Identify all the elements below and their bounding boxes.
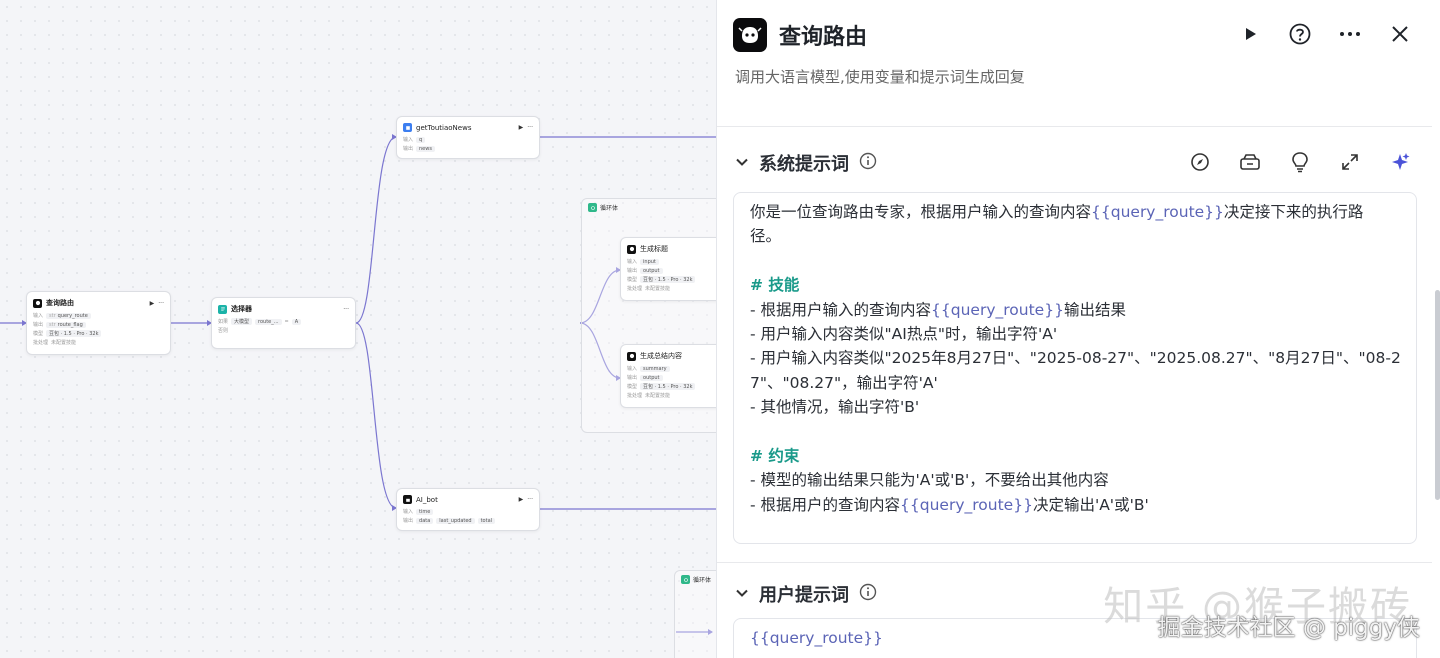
prompt-text: 7"、"08.27"，输出字符'A' — [750, 373, 938, 392]
node-config-panel: 查询路由 调用大语言模型,使用变量和提示词生成回复 系统提示词 你是一位查询路由… — [716, 0, 1440, 658]
prompt-line: - 模型的输出结果只能为'A'或'B'，不要给出其他内容 — [750, 468, 1400, 492]
node-gen-summary[interactable]: 生成总结内容 输入 summary 输出 output 模型 豆包 · 1.5 · P… — [620, 344, 716, 408]
prompt-line — [750, 420, 1400, 444]
loop-icon — [681, 575, 690, 584]
panel-title[interactable]: 查询路由 — [779, 19, 867, 51]
sparkle-icon[interactable] — [1388, 150, 1412, 174]
close-icon[interactable] — [1388, 22, 1412, 46]
output-var-tag: str route_flag — [46, 321, 86, 328]
prompt-line: - 根据用户输入的查询内容{{query_route}}输出结果 — [750, 298, 1400, 322]
chevron-down-icon[interactable] — [735, 585, 749, 604]
prompt-line: 你是一位查询路由专家，根据用户输入的查询内容{{query_route}}决定接… — [750, 200, 1400, 224]
input-var-tag: str query_route — [46, 312, 91, 319]
node-selector[interactable]: 选择器 ··· 如果 大模型 route_... = A 否则 — [211, 297, 356, 349]
section-title-system-prompt: 系统提示词 — [759, 154, 849, 175]
help-icon[interactable] — [1288, 22, 1312, 46]
prompt-line — [750, 249, 1400, 273]
prompt-text: - 根据用户的查询内容 — [750, 495, 901, 514]
expand-icon[interactable] — [1338, 150, 1362, 174]
play-icon[interactable]: ▶ — [519, 496, 524, 503]
node-query-route[interactable]: 查询路由 ▶ ··· 输入 str query_route 输出 str route_fl… — [26, 291, 171, 355]
watermark-juejin: 掘金技术社区 @ piggy侠 — [1157, 615, 1420, 641]
prompt-line: # 技能 — [750, 273, 1400, 297]
more-icon[interactable]: ··· — [343, 306, 349, 313]
bulb-icon[interactable] — [1288, 150, 1312, 174]
play-icon[interactable] — [1238, 22, 1262, 46]
section-divider — [717, 126, 1432, 127]
library-icon[interactable] — [1238, 150, 1262, 174]
selector-icon — [218, 304, 227, 314]
node-title: 查询路由 — [46, 299, 74, 307]
prompt-heading: # 约束 — [750, 447, 800, 466]
llm-icon — [627, 244, 636, 254]
loop-icon — [588, 203, 597, 212]
prompt-line: 7"、"08.27"，输出字符'A' — [750, 371, 1400, 395]
prompt-text: - 模型的输出结果只能为'A'或'B'，不要给出其他内容 — [750, 471, 1109, 490]
system-prompt-editor[interactable]: 你是一位查询路由专家，根据用户输入的查询内容{{query_route}}决定接… — [733, 192, 1417, 544]
llm-icon — [627, 351, 636, 361]
model-tag: 豆包 · 1.5 · Pro · 32k — [46, 330, 102, 337]
prompt-text: 输出结果 — [1063, 300, 1126, 319]
prompt-line: - 用户输入内容类似"2025年8月27日"、"2025-08-27"、"202… — [750, 346, 1401, 370]
prompt-text: - 其他情况，输出字符'B' — [750, 398, 920, 417]
prompt-text: - 用户输入内容类似"AI热点"时，输出字符'A' — [750, 325, 1058, 344]
node-ai-bot[interactable]: AI_bot ▶ ··· 输入 time 输出 data last_updated tot… — [396, 488, 540, 531]
workflow-canvas[interactable]: 查询路由 ▶ ··· 输入 str query_route 输出 str route_fl… — [0, 0, 716, 658]
more-icon[interactable]: ··· — [527, 124, 533, 131]
chevron-down-icon[interactable] — [735, 154, 749, 173]
compass-icon[interactable] — [1188, 150, 1212, 174]
prompt-variable: {{query_route}} — [750, 629, 883, 647]
prompt-variable: {{query_route}} — [1091, 203, 1224, 221]
prompt-line: - 其他情况，输出字符'B' — [750, 395, 1400, 419]
prompt-text — [750, 252, 755, 270]
prompt-line: - 根据用户的查询内容{{query_route}}决定输出'A'或'B' — [750, 493, 1400, 517]
prompt-text: - 用户输入内容类似"2025年8月27日"、"2025-08-27"、"202… — [750, 349, 1401, 368]
llm-logo-icon — [733, 18, 767, 52]
prompt-variable: {{query_route}} — [931, 300, 1064, 319]
bot-icon — [403, 495, 412, 504]
node-toutiao[interactable]: getToutiaoNews ▶ ··· 输入 q 输出 news — [396, 116, 540, 159]
info-icon[interactable] — [859, 152, 877, 174]
prompt-text: 你是一位查询路由专家，根据用户输入的查询内容 — [750, 203, 1092, 221]
prompt-text: 决定接下来的执行路 — [1223, 203, 1364, 221]
panel-scrollbar[interactable] — [1435, 290, 1440, 500]
panel-description: 调用大语言模型,使用变量和提示词生成回复 — [735, 68, 1025, 86]
prompt-line: - 用户输入内容类似"AI热点"时，输出字符'A' — [750, 322, 1400, 346]
plugin-icon — [403, 123, 412, 132]
prompt-text: - 根据用户输入的查询内容 — [750, 300, 932, 319]
section-title-user-prompt: 用户提示词 — [759, 585, 849, 606]
prompt-text — [750, 423, 755, 441]
section-divider — [717, 562, 1432, 563]
play-icon[interactable]: ▶ — [150, 300, 155, 307]
prompt-heading: # 技能 — [750, 276, 800, 295]
node-gen-title[interactable]: 生成标题 输入 input 输出 output 模型 豆包 · 1.5 · Pro ·… — [620, 237, 716, 301]
more-icon[interactable]: ··· — [158, 300, 164, 307]
prompt-variable: {{query_route}} — [900, 495, 1033, 514]
more-icon[interactable]: ··· — [527, 496, 533, 503]
prompt-line: 径。 — [750, 224, 1400, 248]
more-icon[interactable] — [1338, 22, 1362, 46]
play-icon[interactable]: ▶ — [519, 124, 524, 131]
info-icon[interactable] — [859, 583, 877, 605]
loop-group[interactable]: 循环体 — [674, 570, 716, 658]
prompt-text: 决定输出'A'或'B' — [1032, 495, 1149, 514]
prompt-line: # 约束 — [750, 444, 1400, 468]
llm-icon — [33, 298, 42, 308]
prompt-text: 径。 — [750, 227, 782, 246]
